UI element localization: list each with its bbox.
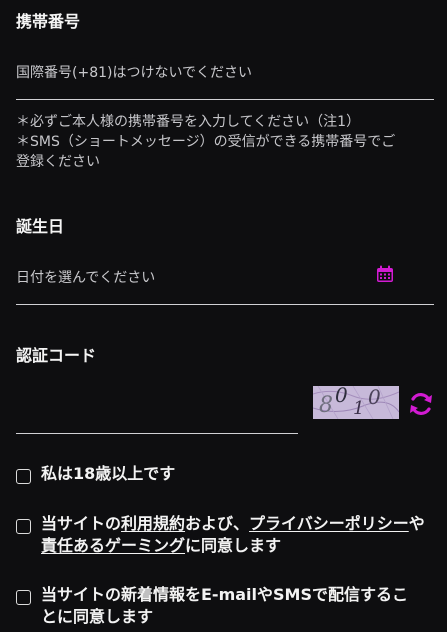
newsletter-consent-text: 当サイトの新着情報をE-mailやSMSで配信することに同意します — [41, 585, 408, 626]
captcha-char-3: 1 — [353, 398, 364, 419]
phone-note-2: ＊SMS（ショートメッセージ）の受信ができる携帯番号でご — [16, 134, 396, 150]
terms-prefix: 当サイトの — [41, 514, 122, 533]
terms-consent-text: 当サイトの利用規約および、プライバシーポリシーや責任あるゲーミングに同意します — [41, 513, 436, 557]
terms-of-use-link[interactable]: 利用規約 — [121, 514, 185, 533]
age-checkbox[interactable] — [16, 469, 31, 484]
auth-code-input[interactable] — [16, 395, 296, 425]
age-consent-text: 私は18歳以上です — [41, 464, 176, 483]
auth-code-label: 認証コード — [16, 346, 97, 365]
phone-note-1: ＊必ずご本人様の携帯番号を入力してください（注1） — [16, 114, 361, 130]
phone-note-3: 登録ください — [16, 154, 100, 170]
calendar-icon[interactable] — [376, 265, 394, 283]
birthday-label: 誕生日 — [16, 217, 65, 236]
phone-input-underline — [16, 99, 434, 100]
auth-code-input-underline — [16, 433, 298, 434]
phone-label: 携帯番号 — [16, 12, 81, 31]
captcha-char-1: 8 — [319, 393, 333, 418]
phone-input[interactable]: 国際番号(+81)はつけないでください — [16, 62, 252, 82]
newsletter-checkbox[interactable] — [16, 590, 31, 605]
refresh-icon[interactable] — [408, 391, 434, 417]
birthday-input-underline — [16, 304, 434, 305]
terms-mid-1: および、 — [185, 514, 250, 533]
terms-suffix: に同意します — [185, 536, 282, 555]
phone-notes: ＊必ずご本人様の携帯番号を入力してください（注1） ＊SMS（ショートメッセージ… — [16, 112, 436, 172]
terms-mid-2: や — [408, 514, 425, 533]
responsible-gaming-link[interactable]: 責任あるゲーミング — [41, 536, 185, 555]
captcha-image: 8 0 1 0 — [313, 386, 399, 419]
captcha-char-2: 0 — [335, 386, 348, 407]
captcha-char-4: 0 — [368, 386, 381, 409]
privacy-policy-link[interactable]: プライバシーポリシー — [249, 514, 409, 533]
terms-checkbox[interactable] — [16, 519, 31, 534]
birthday-input[interactable]: 日付を選んでください — [16, 267, 155, 287]
